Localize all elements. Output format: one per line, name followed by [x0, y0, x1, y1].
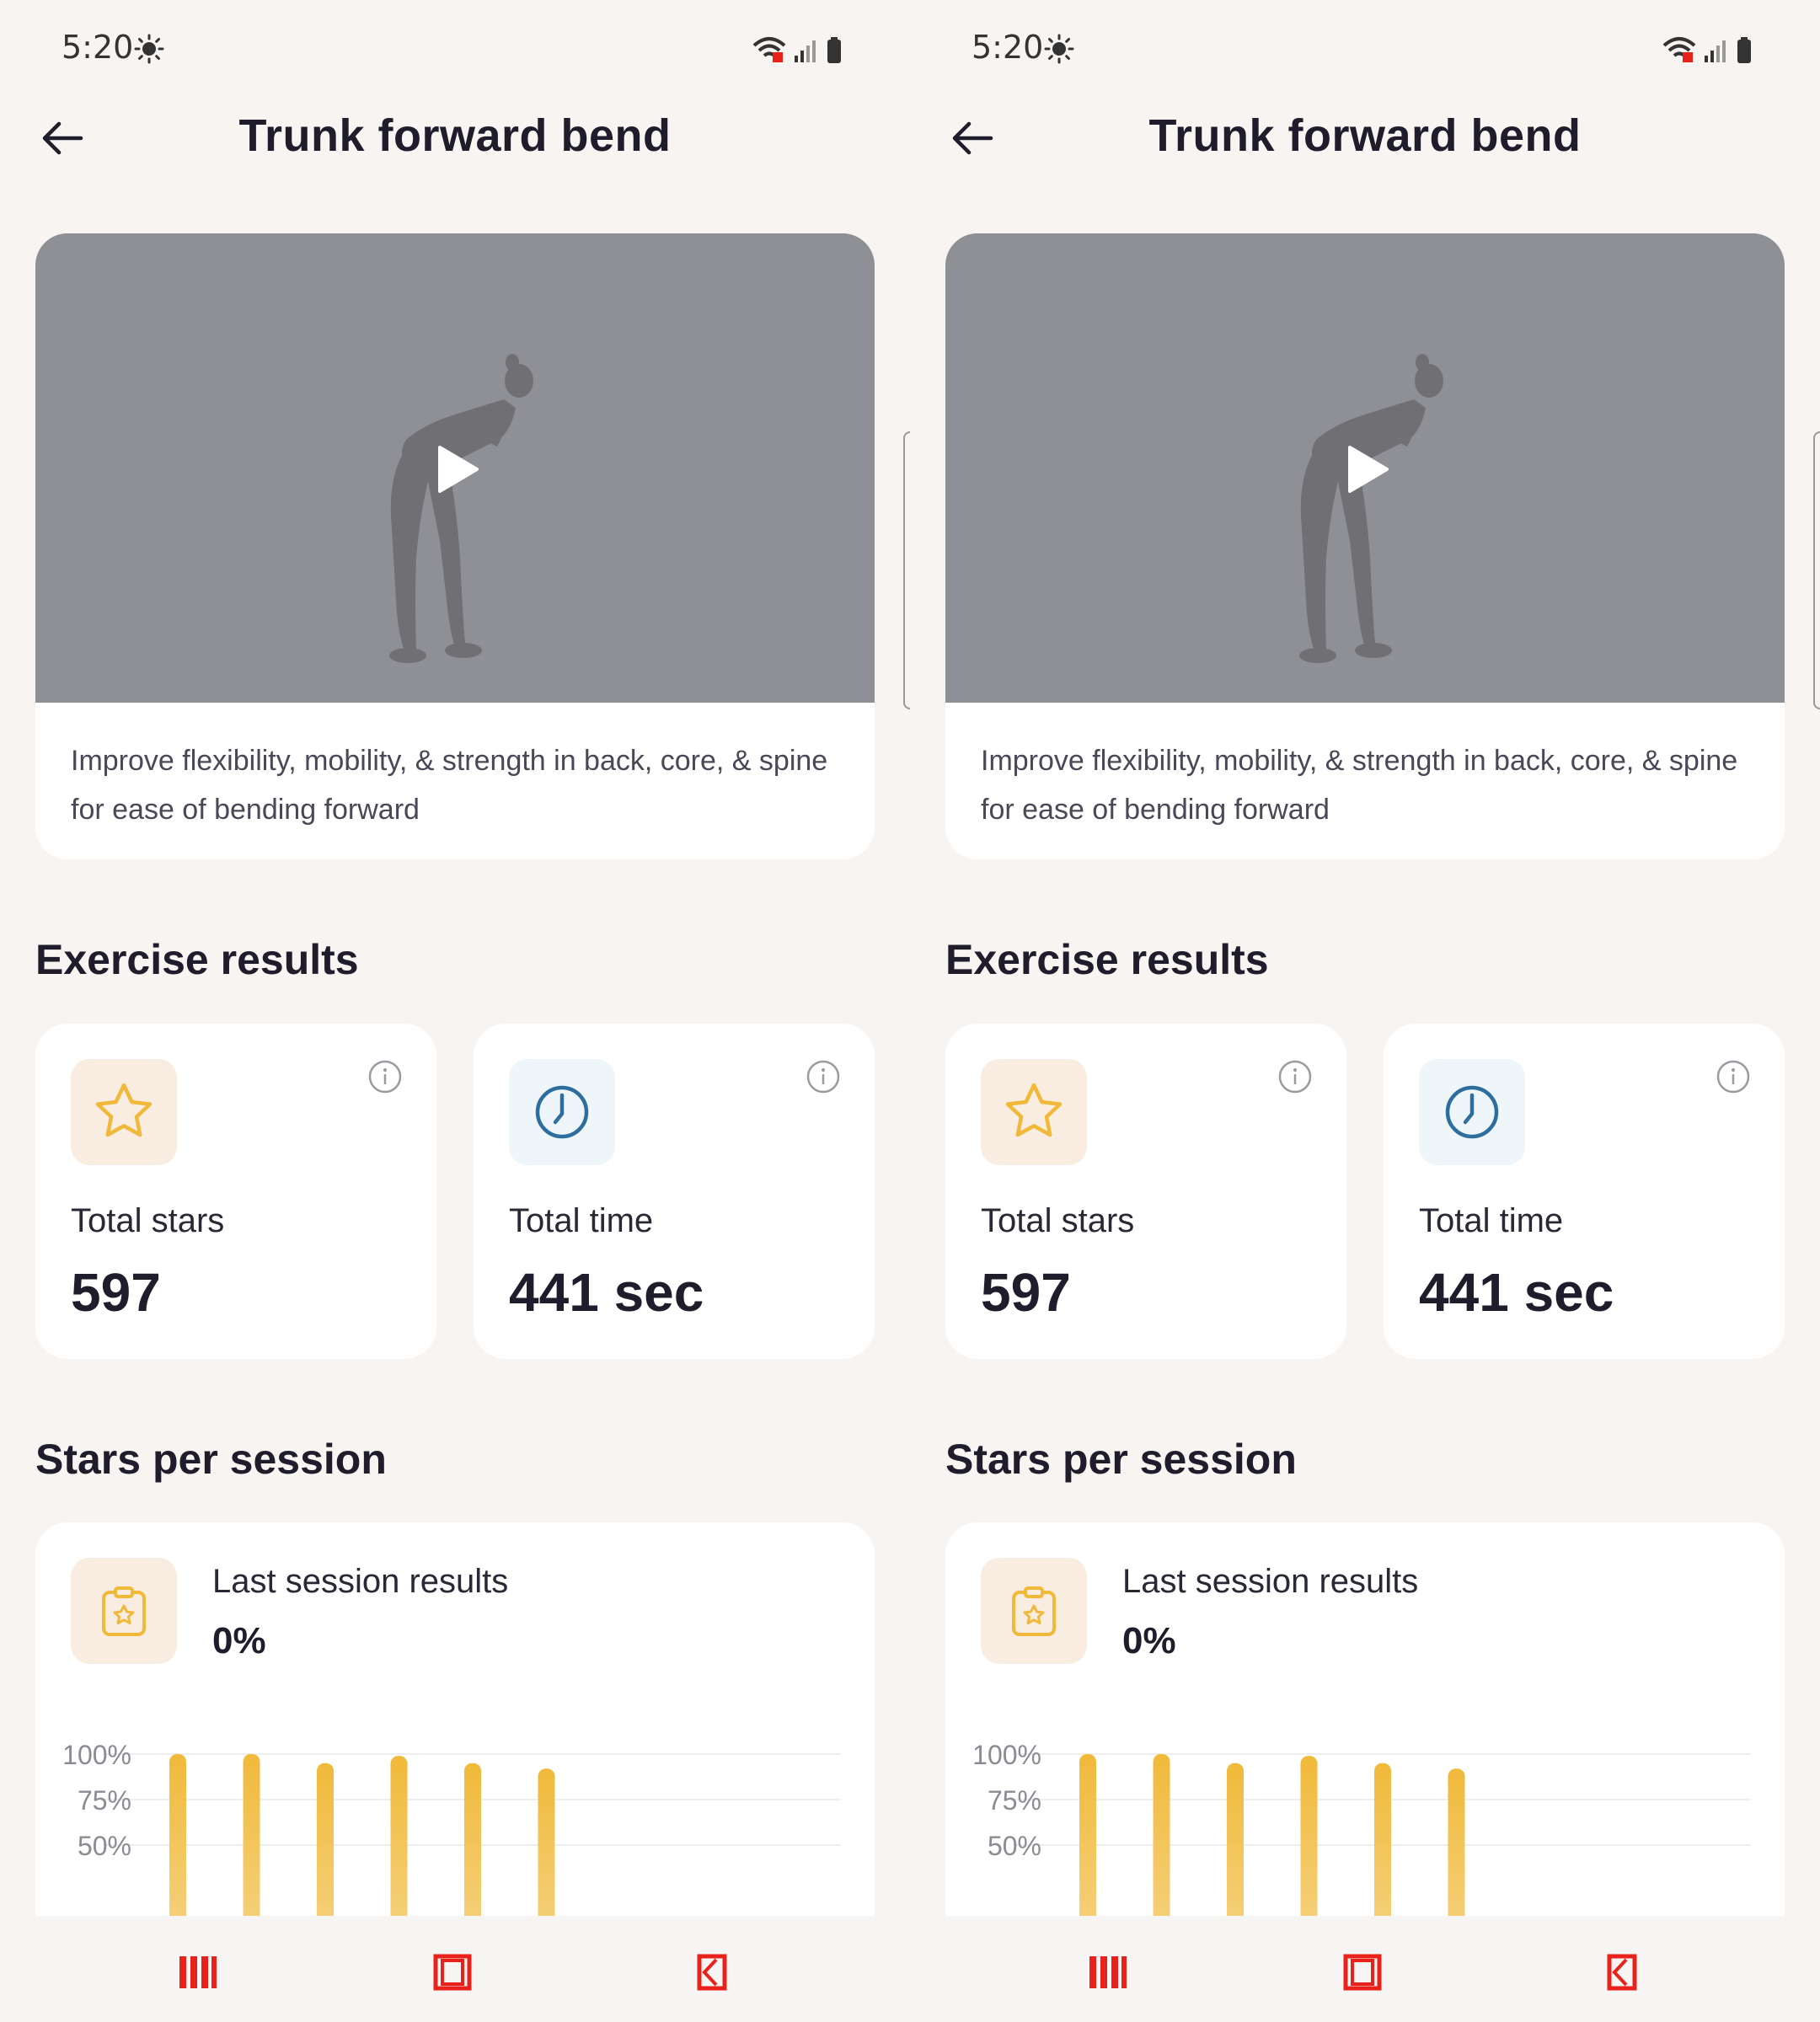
play-icon[interactable]: [430, 442, 484, 496]
back-nav-icon[interactable]: [1601, 1951, 1643, 1993]
total-time-value: 441 sec: [509, 1262, 704, 1323]
exercise-description: Improve flexibility, mobility, & strengt…: [981, 745, 1738, 826]
system-nav-bar: [910, 1916, 1820, 2022]
info-icon[interactable]: [806, 1059, 841, 1094]
last-session-label: Last session results: [212, 1563, 509, 1600]
clock-icon: [535, 1085, 589, 1139]
wifi-icon: [752, 37, 786, 62]
total-time-label: Total time: [1419, 1202, 1564, 1239]
clipboard-icon-tile: [981, 1558, 1087, 1664]
chart-ytick-label: 75%: [988, 1785, 1041, 1816]
clock-icon-tile: [1419, 1059, 1525, 1165]
info-icon[interactable]: [1277, 1059, 1313, 1094]
battery-icon: [1737, 37, 1751, 63]
exercise-video-card: Improve flexibility, mobility, & strengt…: [35, 233, 875, 859]
clock-icon-tile: [509, 1059, 615, 1165]
app-pane-left: 5:20 Trunk forward bend Improve flexibil…: [0, 0, 910, 2022]
total-time-label: Total time: [509, 1202, 654, 1239]
last-session-value: 0%: [212, 1620, 266, 1661]
chart-ytick-label: 50%: [988, 1831, 1041, 1861]
clipboard-star-icon: [1012, 1586, 1056, 1636]
chart-ytick-label: 100%: [972, 1740, 1041, 1770]
side-panel-handle[interactable]: [903, 431, 910, 709]
signal-icon: [795, 40, 816, 62]
total-stars-value: 597: [981, 1262, 1071, 1323]
wifi-icon: [1662, 37, 1696, 62]
system-status-icons: [752, 37, 841, 63]
page-title: Trunk forward bend: [238, 110, 672, 161]
recents-icon[interactable]: [1086, 1951, 1128, 1993]
status-bar: 5:20: [972, 29, 1820, 71]
stars-per-session-heading: Stars per session: [945, 1436, 1297, 1483]
clock-icon: [1445, 1085, 1499, 1139]
info-icon[interactable]: [367, 1059, 403, 1094]
clipboard-icon-tile: [71, 1558, 177, 1664]
chart-ytick-label: 50%: [78, 1831, 131, 1861]
star-icon-tile: [71, 1059, 177, 1165]
total-stars-card: Total stars 597: [35, 1024, 436, 1359]
play-icon[interactable]: [1340, 442, 1394, 496]
signal-icon: [1705, 40, 1726, 62]
app-pane-right: 5:20 Trunk forward bend Improve flexibil…: [910, 0, 1820, 2022]
exercise-demo-figure: [389, 354, 533, 663]
star-icon-tile: [981, 1059, 1087, 1165]
stars-per-session-heading: Stars per session: [35, 1436, 387, 1483]
clipboard-star-icon: [102, 1586, 146, 1636]
recents-icon[interactable]: [176, 1951, 218, 1993]
last-session-label: Last session results: [1122, 1563, 1419, 1600]
home-icon[interactable]: [431, 1951, 474, 1993]
info-icon[interactable]: [1716, 1059, 1751, 1094]
exercise-results-heading: Exercise results: [35, 936, 359, 983]
home-icon[interactable]: [1341, 1951, 1384, 1993]
total-stars-label: Total stars: [71, 1202, 225, 1239]
star-icon: [1005, 1083, 1063, 1137]
exercise-video[interactable]: [945, 233, 1785, 703]
exercise-description: Improve flexibility, mobility, & strengt…: [71, 745, 828, 826]
exercise-video[interactable]: [35, 233, 875, 703]
back-nav-icon[interactable]: [691, 1951, 733, 1993]
total-time-value: 441 sec: [1419, 1262, 1614, 1323]
exercise-video-card: Improve flexibility, mobility, & strengt…: [945, 233, 1785, 859]
sun-icon: [1044, 34, 1074, 64]
page-title: Trunk forward bend: [1148, 110, 1582, 161]
side-panel-handle[interactable]: [1813, 431, 1820, 709]
title-bar: Trunk forward bend: [910, 101, 1820, 177]
status-time: 5:20: [62, 29, 134, 66]
total-time-card: Total time 441 sec: [474, 1024, 875, 1359]
system-status-icons: [1662, 37, 1751, 63]
total-stars-card: Total stars 597: [945, 1024, 1346, 1359]
chart-ytick-label: 75%: [78, 1785, 131, 1816]
title-bar: Trunk forward bend: [0, 101, 910, 177]
exercise-results-heading: Exercise results: [945, 936, 1269, 983]
system-nav-bar: [0, 1916, 910, 2022]
total-time-card: Total time 441 sec: [1384, 1024, 1785, 1359]
total-stars-value: 597: [71, 1262, 161, 1323]
exercise-demo-figure: [1299, 354, 1443, 663]
sun-icon: [134, 34, 164, 64]
battery-icon: [827, 37, 841, 63]
total-stars-label: Total stars: [981, 1202, 1135, 1239]
last-session-value: 0%: [1122, 1620, 1176, 1661]
status-time: 5:20: [972, 29, 1044, 66]
star-icon: [95, 1083, 153, 1137]
status-bar: 5:20: [62, 29, 910, 71]
chart-ytick-label: 100%: [62, 1740, 131, 1770]
